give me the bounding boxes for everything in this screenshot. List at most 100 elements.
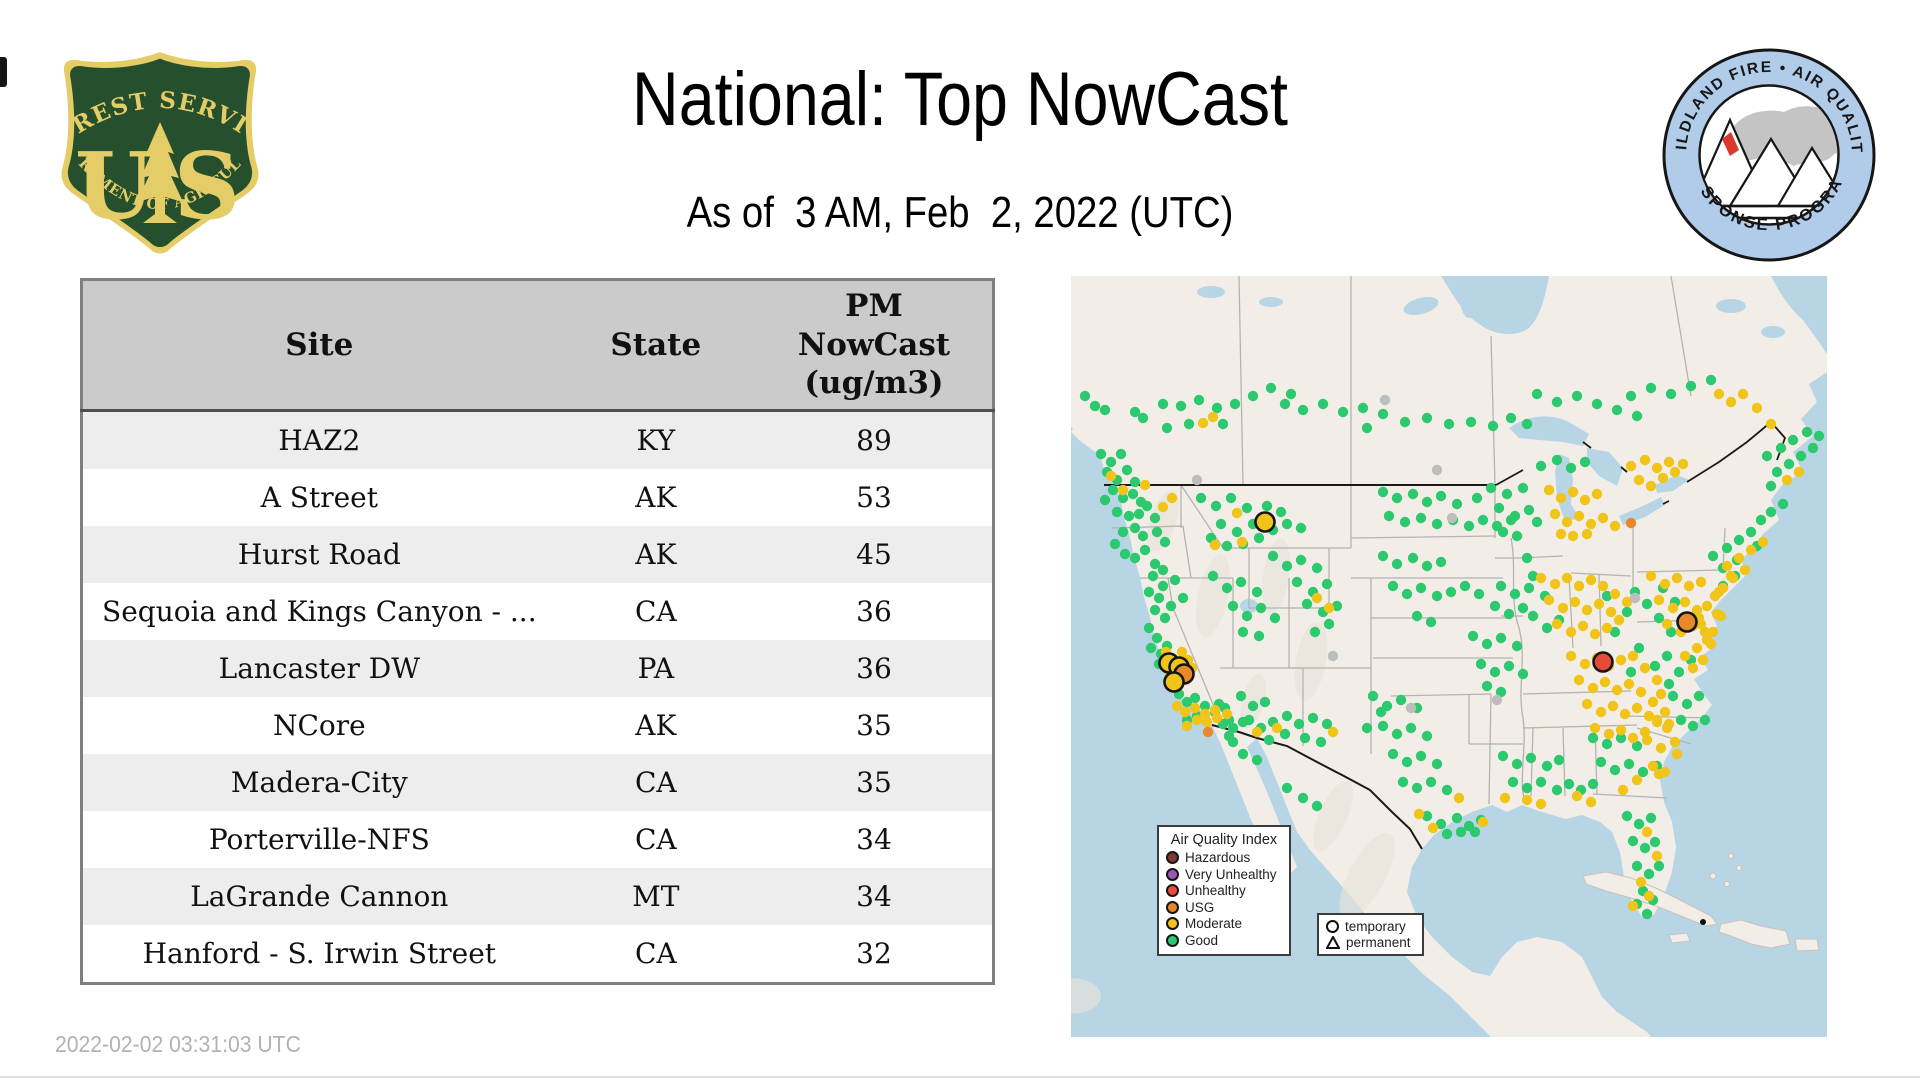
monitor-dot (1282, 783, 1292, 793)
monitor-dot (1614, 615, 1624, 625)
aqi-legend-item: Hazardous (1166, 851, 1282, 865)
monitor-dot (1562, 517, 1572, 527)
monitor-dot (1702, 601, 1712, 611)
monitor-dot (1218, 419, 1228, 429)
aqi-legend-item: Moderate (1166, 917, 1282, 931)
monitor-dot (1378, 721, 1388, 731)
monitor-dot (1138, 413, 1148, 423)
monitor-dot (1570, 597, 1580, 607)
monitor-dot (1192, 475, 1202, 485)
monitor-dot (1694, 691, 1704, 701)
monitor-dot (1634, 475, 1644, 485)
monitor-dot (1574, 675, 1584, 685)
monitor-dot (1606, 607, 1616, 617)
monitor-dot (1252, 727, 1262, 737)
state-cell: PA (556, 640, 756, 697)
pm-value-cell: 34 (756, 811, 994, 868)
monitor-dot (1542, 761, 1552, 771)
monitor-dot (1574, 581, 1584, 591)
monitor-dot (1376, 707, 1386, 717)
monitor-dot (1678, 459, 1688, 469)
monitor-dot (1522, 795, 1532, 805)
state-cell: AK (556, 526, 756, 583)
monitor-dot (1572, 791, 1582, 801)
monitor-dot (1746, 527, 1756, 537)
monitor-dot (1500, 793, 1510, 803)
monitor-dot (1108, 485, 1118, 495)
monitor-dot (1640, 455, 1650, 465)
monitor-dot (1600, 677, 1610, 687)
aqi-legend-items: HazardousVery UnhealthyUnhealthyUSGModer… (1166, 851, 1282, 947)
monitor-dot (1526, 753, 1536, 763)
monitor-dot (1292, 577, 1302, 587)
monitor-dot (1498, 527, 1508, 537)
aqi-legend-item: Unhealthy (1166, 884, 1282, 898)
monitor-dot (1632, 411, 1642, 421)
monitor-dot (1422, 497, 1432, 507)
monitor-dot (1282, 561, 1292, 571)
monitor-dot (1528, 611, 1538, 621)
pm-value-cell: 36 (756, 640, 994, 697)
monitor-dot (1622, 607, 1632, 617)
monitor-dot (1412, 611, 1422, 621)
monitor-dot (1598, 513, 1608, 523)
monitor-dot (1660, 579, 1670, 589)
monitor-dot (1550, 579, 1560, 589)
monitor-dot (1642, 735, 1652, 745)
monitor-dot (1738, 389, 1748, 399)
marker-type-legend: temporary permanent (1317, 913, 1424, 956)
monitor-dot (1778, 499, 1788, 509)
monitor-dot (1552, 455, 1562, 465)
monitor-dot (1128, 489, 1138, 499)
monitor-dot (1202, 717, 1212, 727)
monitor-dot (1508, 777, 1518, 787)
monitor-dot (1324, 603, 1334, 613)
monitor-dot (1536, 777, 1546, 787)
monitor-dot (1238, 717, 1248, 727)
state-cell: AK (556, 697, 756, 754)
monitor-dot (1734, 553, 1744, 563)
monitor-dot (1116, 449, 1126, 459)
monitor-dot (1472, 493, 1482, 503)
monitor-dot (1670, 737, 1680, 747)
monitor-dot (1426, 617, 1436, 627)
monitor-dot (1478, 515, 1488, 525)
monitor-dot (1124, 511, 1134, 521)
monitor-dot (1626, 391, 1636, 401)
monitor-dot (1226, 493, 1236, 503)
aqi-legend: Air Quality Index HazardousVery Unhealth… (1157, 825, 1291, 956)
aqi-color-dot-icon (1166, 917, 1179, 930)
monitor-dot (1504, 661, 1514, 671)
pm-value-cell: 45 (756, 526, 994, 583)
monitor-dot (1416, 513, 1426, 523)
monitor-dot (1312, 563, 1322, 573)
monitor-dot (1122, 465, 1132, 475)
monitor-dot (1194, 395, 1204, 405)
monitor-dot (1814, 431, 1824, 441)
monitor-dot (1590, 629, 1600, 639)
aqi-color-dot-icon (1166, 934, 1179, 947)
monitor-dot (1300, 733, 1310, 743)
legend-label-permanent: permanent (1346, 936, 1411, 950)
monitor-dot (1602, 623, 1612, 633)
monitor-dot (1650, 661, 1660, 671)
monitor-dot (1544, 485, 1554, 495)
monitor-dot (1586, 519, 1596, 529)
monitor-dot (1422, 413, 1432, 423)
table-row: Hanford - S. Irwin StreetCA32 (82, 925, 994, 984)
monitor-dot (1626, 667, 1636, 677)
monitor-dot (1766, 507, 1776, 517)
monitor-dot (1536, 799, 1546, 809)
monitor-dot (1766, 419, 1776, 429)
monitor-dot (1700, 919, 1706, 925)
monitor-dot (1402, 757, 1412, 767)
monitor-dot (1242, 503, 1252, 513)
monitor-dot (1586, 797, 1596, 807)
monitor-dot (1286, 389, 1296, 399)
monitor-dot (1210, 540, 1220, 550)
monitor-dot (1532, 389, 1542, 399)
monitor-dot (1646, 481, 1656, 491)
monitor-dot (1282, 519, 1292, 529)
top-site-marker (1165, 673, 1184, 692)
monitor-dot (1518, 603, 1528, 613)
